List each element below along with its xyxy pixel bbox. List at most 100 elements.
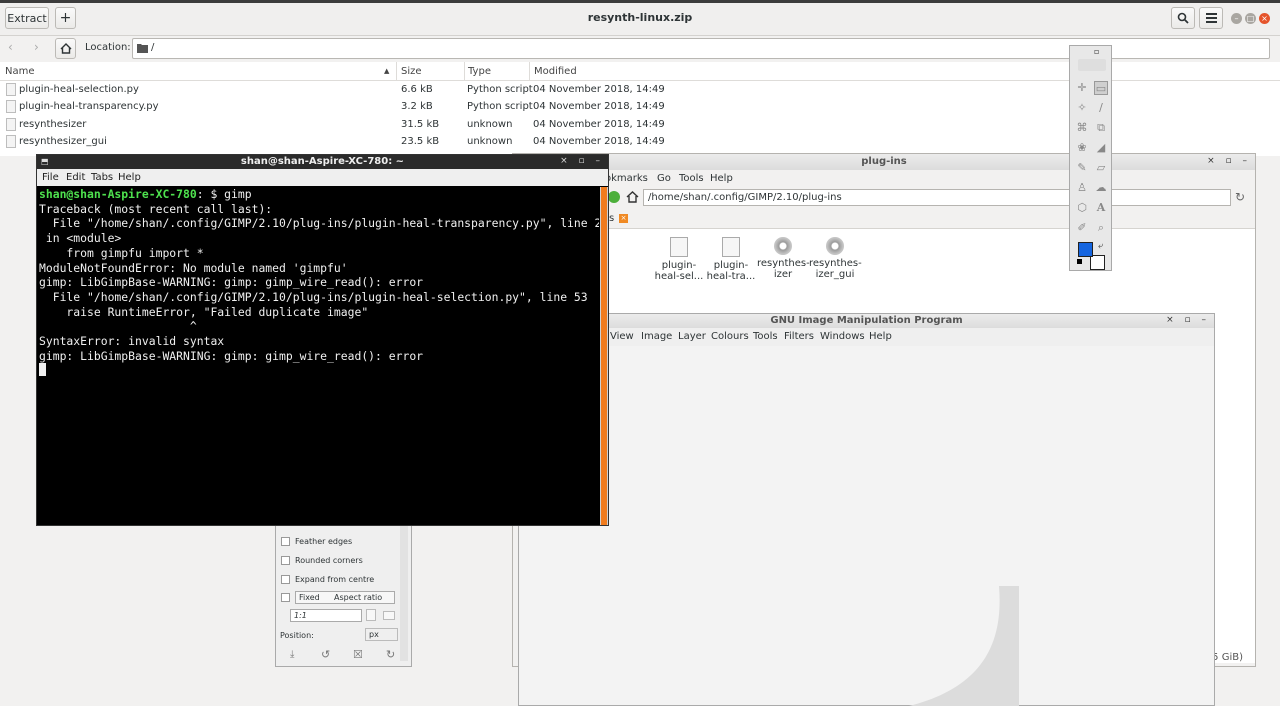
text-tool-icon[interactable]: A bbox=[1094, 201, 1108, 215]
home-button[interactable] bbox=[55, 38, 76, 59]
portrait-icon[interactable] bbox=[366, 609, 376, 621]
paintbrush-tool-icon[interactable]: ✎ bbox=[1075, 161, 1089, 175]
color-picker-tool-icon[interactable]: ✐ bbox=[1075, 221, 1089, 235]
file-item[interactable]: resynthes-izer bbox=[757, 237, 810, 280]
menu-edit[interactable]: Edit bbox=[66, 172, 85, 183]
smudge-tool-icon[interactable]: ☁ bbox=[1094, 181, 1108, 195]
file-item[interactable]: plugin-heal-tra... bbox=[705, 237, 757, 282]
checkbox[interactable] bbox=[281, 555, 290, 565]
fuzzy-select-tool-icon[interactable]: ∕ bbox=[1094, 101, 1108, 115]
terminal-output[interactable]: shan@shan-Aspire-XC-780: $ gimp Traceback… bbox=[39, 187, 599, 525]
clone-tool-icon[interactable]: ♙ bbox=[1075, 181, 1089, 195]
file-name: resynthesizer_gui bbox=[19, 136, 107, 147]
close-tab-icon[interactable]: × bbox=[619, 214, 628, 223]
window-controls[interactable]: × ▫ – bbox=[1207, 156, 1251, 166]
checkbox[interactable] bbox=[281, 536, 290, 546]
foreground-color-swatch[interactable] bbox=[1078, 242, 1093, 257]
transform-tool-icon[interactable]: ⧉ bbox=[1094, 121, 1108, 135]
menu-help[interactable]: Help bbox=[118, 172, 141, 183]
output-line: gimp: LibGimpBase-WARNING: gimp: gimp_wi… bbox=[39, 348, 424, 363]
column-type[interactable]: Type bbox=[468, 66, 491, 77]
default-colors-icon[interactable] bbox=[1077, 259, 1082, 264]
close-button[interactable]: × bbox=[1259, 13, 1270, 24]
back-icon[interactable]: ‹ bbox=[8, 40, 13, 54]
go-icon[interactable] bbox=[608, 191, 620, 203]
wilber-drop-area bbox=[1078, 59, 1106, 71]
side-tab-label[interactable]: s bbox=[609, 213, 614, 224]
eraser-tool-icon[interactable]: ▱ bbox=[1094, 161, 1108, 175]
forward-icon[interactable]: › bbox=[34, 40, 39, 54]
terminal-title: shan@shan-Aspire-XC-780: ~ bbox=[37, 155, 608, 169]
fixed-option[interactable]: Fixed Aspect ratio bbox=[281, 590, 395, 604]
maximize-button[interactable]: □ bbox=[1245, 13, 1256, 24]
menu-help[interactable]: Help bbox=[869, 331, 892, 342]
zoom-tool-icon[interactable]: ⌕ bbox=[1094, 221, 1108, 235]
menu-colours[interactable]: Colours bbox=[711, 331, 749, 342]
menu-bookmarks[interactable]: okmarks bbox=[605, 173, 648, 184]
checkbox[interactable] bbox=[281, 574, 290, 584]
add-files-button[interactable]: + bbox=[55, 7, 76, 29]
output-line: gimp: LibGimpBase-WARNING: gimp: gimp_wi… bbox=[39, 275, 424, 290]
menu-help[interactable]: Help bbox=[710, 173, 733, 184]
save-preset-icon[interactable]: ⤓ bbox=[290, 649, 294, 660]
column-modified[interactable]: Modified bbox=[534, 66, 577, 77]
output-line: Traceback (most recent call last): bbox=[39, 201, 273, 216]
extract-button[interactable]: Extract bbox=[5, 7, 49, 29]
gimp-title: GNU Image Manipulation Program bbox=[519, 314, 1214, 328]
expand-from-centre-option[interactable]: Expand from centre bbox=[281, 573, 374, 585]
rounded-corners-option[interactable]: Rounded corners bbox=[281, 554, 363, 566]
scrollbar[interactable] bbox=[400, 521, 408, 661]
warp-tool-icon[interactable]: ❀ bbox=[1075, 141, 1089, 155]
column-name[interactable]: Name bbox=[5, 66, 35, 77]
restore-icon[interactable]: ↺ bbox=[321, 648, 330, 661]
menu-filters[interactable]: Filters bbox=[784, 331, 814, 342]
home-icon[interactable] bbox=[626, 191, 639, 203]
path-field[interactable]: /home/shan/.config/GIMP/2.10/plug-ins bbox=[643, 189, 1231, 206]
file-size: 6.6 kB bbox=[401, 84, 433, 95]
checkbox[interactable] bbox=[281, 592, 290, 602]
menu-tools[interactable]: Tools bbox=[679, 173, 704, 184]
scrollbar-thumb[interactable] bbox=[601, 187, 607, 525]
feather-edges-option[interactable]: Feather edges bbox=[281, 535, 352, 547]
file-item[interactable]: plugin-heal-sel... bbox=[653, 237, 705, 282]
file-type: unknown bbox=[467, 136, 513, 147]
file-size: 23.5 kB bbox=[401, 136, 440, 147]
ratio-field[interactable]: 1:1 bbox=[290, 609, 362, 622]
bucket-fill-tool-icon[interactable]: ◢ bbox=[1094, 141, 1108, 155]
home-icon bbox=[60, 43, 71, 54]
reset-icon[interactable]: ↻ bbox=[386, 648, 395, 661]
menu-layer[interactable]: Layer bbox=[678, 331, 706, 342]
menu-file[interactable]: File bbox=[42, 172, 59, 183]
column-size[interactable]: Size bbox=[401, 66, 422, 77]
file-item-label: resynthes-izer_gui bbox=[809, 258, 862, 280]
window-controls[interactable]: × ▫ – bbox=[560, 156, 604, 166]
menu-windows[interactable]: Windows bbox=[820, 331, 865, 342]
lasso-tool-icon[interactable]: ✧ bbox=[1075, 101, 1089, 115]
sort-ascending-icon: ▲ bbox=[384, 67, 390, 75]
landscape-icon[interactable] bbox=[383, 611, 395, 620]
search-button[interactable] bbox=[1171, 7, 1195, 29]
window-controls[interactable]: × ▫ – bbox=[1166, 315, 1210, 325]
menu-button[interactable] bbox=[1199, 7, 1223, 29]
background-color-swatch[interactable] bbox=[1090, 255, 1105, 270]
paths-tool-icon[interactable]: ⬡ bbox=[1075, 201, 1089, 215]
minimize-button[interactable]: – bbox=[1231, 13, 1242, 24]
unit-select[interactable]: px bbox=[365, 628, 398, 641]
crop-tool-icon[interactable]: ⌘ bbox=[1075, 121, 1089, 135]
gimp-toolbox: ▫ – ✛ ▭ ✧ ∕ ⌘ ⧉ ❀ ◢ ✎ ▱ ♙ ☁ ⬡ A ✐ ⌕ ⤶ bbox=[1069, 45, 1112, 271]
move-tool-icon[interactable]: ✛ bbox=[1075, 81, 1089, 95]
file-icon bbox=[6, 135, 16, 148]
menu-go[interactable]: Go bbox=[657, 173, 671, 184]
reload-icon[interactable]: ↻ bbox=[1235, 190, 1245, 204]
menu-tools[interactable]: Tools bbox=[753, 331, 778, 342]
menu-image[interactable]: Image bbox=[641, 331, 672, 342]
file-item[interactable]: resynthes-izer_gui bbox=[809, 237, 862, 280]
menu-view[interactable]: View bbox=[610, 331, 634, 342]
menu-tabs[interactable]: Tabs bbox=[91, 172, 113, 183]
delete-icon[interactable]: ☒ bbox=[353, 648, 363, 661]
terminal-scrollbar[interactable] bbox=[600, 187, 608, 525]
gimp-canvas[interactable] bbox=[519, 346, 1214, 706]
rect-select-tool-icon[interactable]: ▭ bbox=[1094, 81, 1108, 95]
fixed-combo[interactable]: Fixed Aspect ratio bbox=[295, 590, 395, 604]
swap-colors-icon[interactable]: ⤶ bbox=[1098, 241, 1103, 251]
